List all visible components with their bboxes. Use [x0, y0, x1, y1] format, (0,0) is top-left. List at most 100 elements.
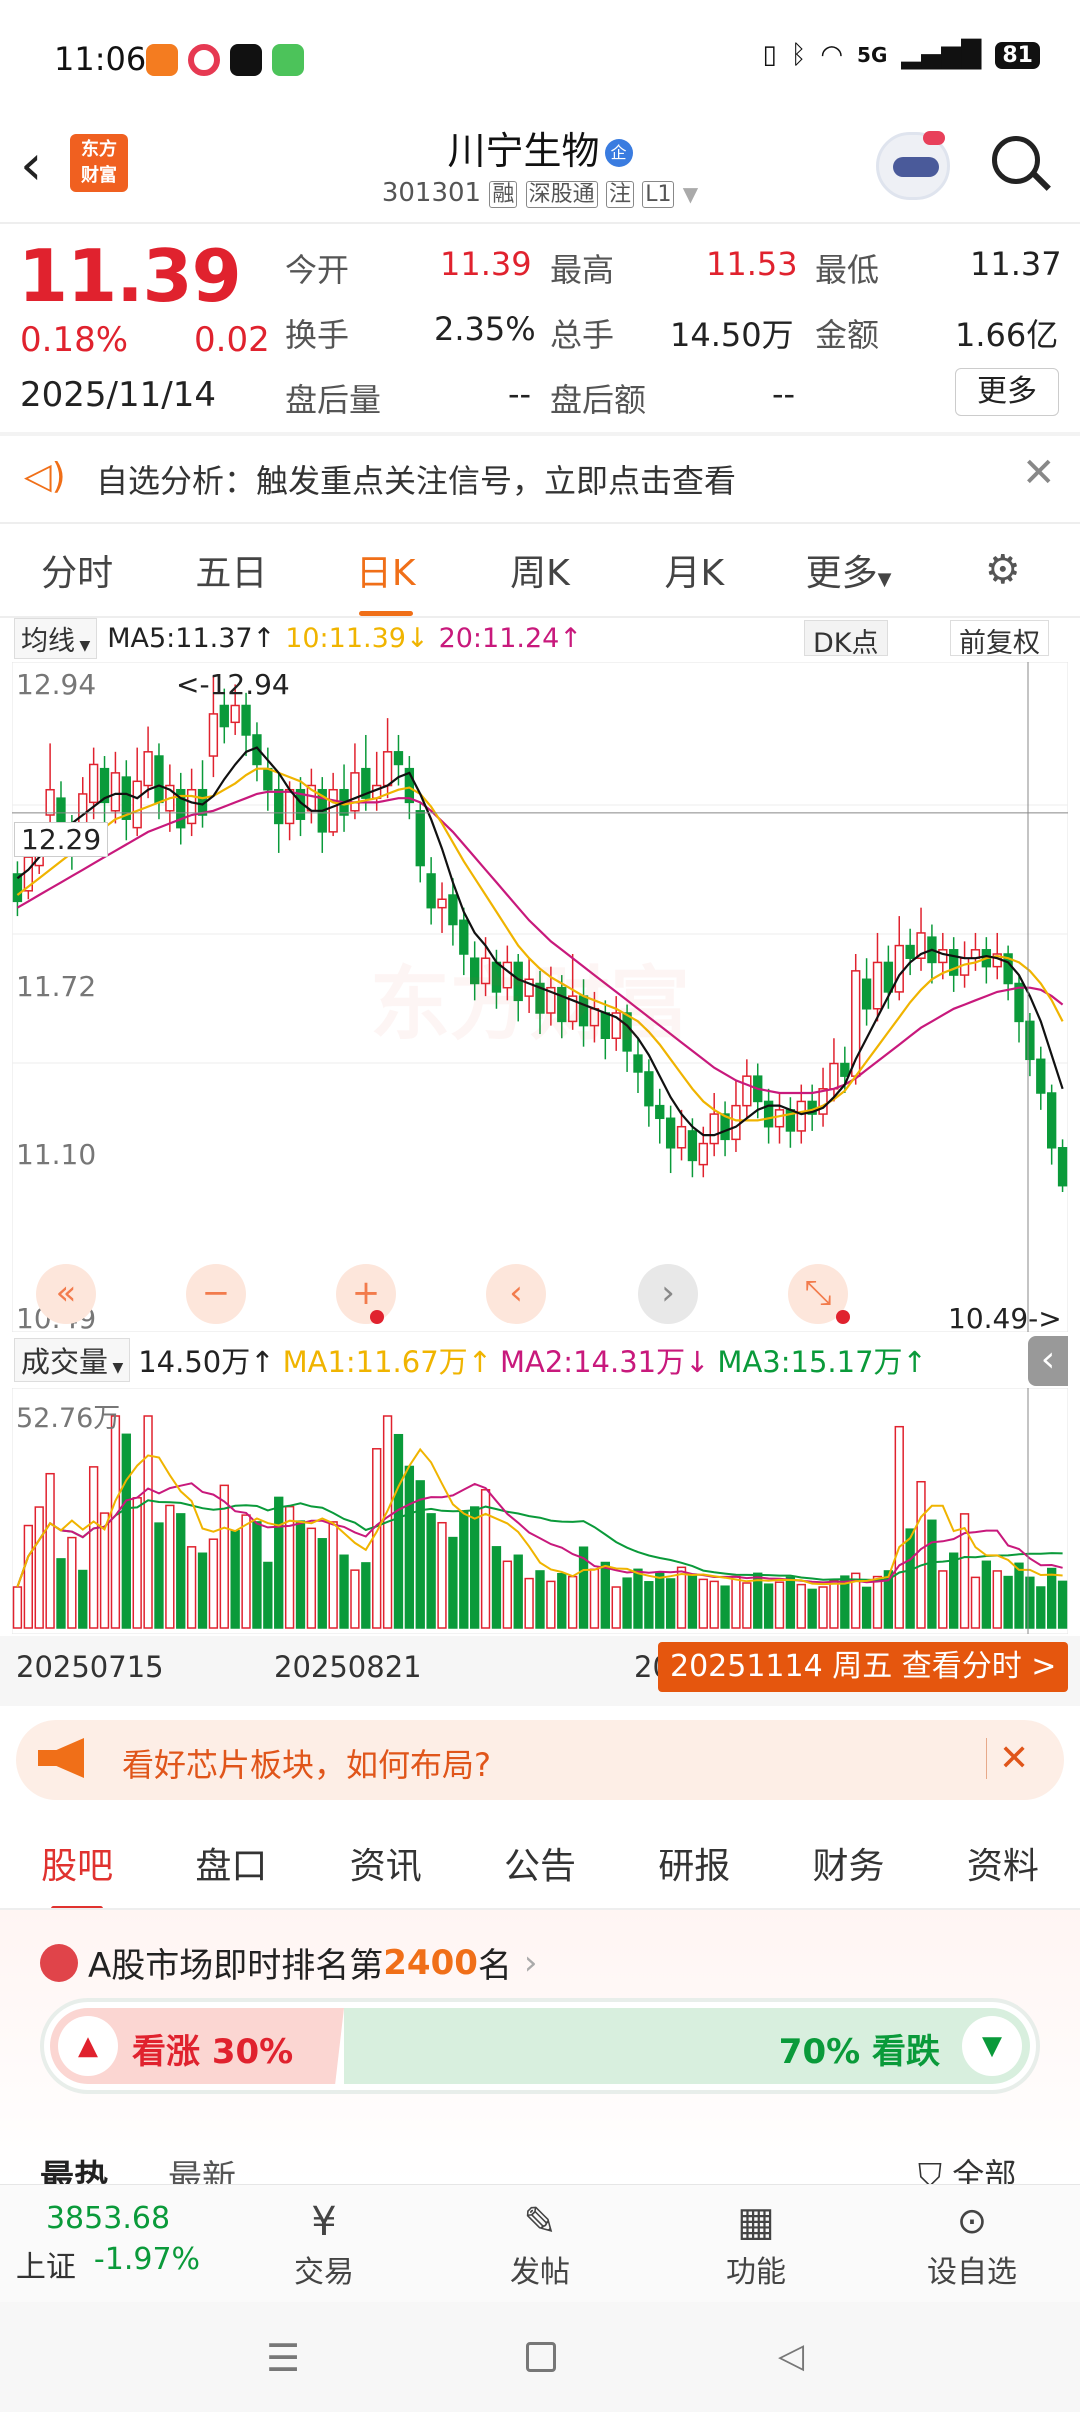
status-time: 11:06 [54, 40, 147, 78]
volume-label: 总手 [550, 316, 615, 354]
menu-icon[interactable]: ☰ [266, 2336, 300, 2380]
ad-banner[interactable]: 看好芯片板块，如何布局? ✕ [16, 1720, 1064, 1800]
bearish-icon[interactable]: ▼ [962, 2016, 1022, 2076]
vol-ma3-value: MA3:15.17万 [717, 1345, 903, 1379]
back-nav-icon[interactable]: ◁ [778, 2336, 804, 2376]
nav-post[interactable]: ✎ 发帖 [432, 2185, 648, 2302]
speaker-icon: ◁) [24, 456, 66, 497]
market-rank[interactable]: A股市场即时排名第 2400 名 › [40, 1938, 538, 1987]
volume-bar [698, 1578, 708, 1629]
tab-monthly-k[interactable]: 月K [617, 544, 771, 596]
volume-bar [230, 1530, 240, 1629]
volume-bar [622, 1577, 632, 1629]
y-label-2: 11.72 [16, 970, 97, 1003]
close-icon[interactable]: ✕ [1022, 450, 1056, 496]
volume-bar [67, 1536, 77, 1629]
ma-type-selector[interactable]: 均线 ▼ [14, 617, 98, 659]
volume-bar [611, 1586, 621, 1629]
more-button[interactable]: 更多 [955, 368, 1059, 416]
volume-bar [1014, 1562, 1024, 1629]
tab-intraday[interactable]: 分时 [0, 544, 154, 596]
volume-selector[interactable]: 成交量 ▼ [14, 1338, 131, 1382]
zoom-in-icon[interactable]: + [336, 1264, 396, 1324]
tab-announcements[interactable]: 公告 [463, 1837, 617, 1889]
dk-point-button[interactable]: DK点 [804, 620, 888, 659]
candle-body [938, 949, 948, 964]
volume-bar [546, 1580, 556, 1629]
volume-bar [742, 1582, 752, 1629]
battery-icon: 81 [995, 41, 1040, 69]
vol-ma3: MA3:15.17万↑ [717, 1345, 927, 1379]
tab-pankou[interactable]: 盘口 [154, 1837, 308, 1889]
adjust-button[interactable]: 前复权 [950, 620, 1049, 659]
volume-bar [524, 1577, 534, 1629]
caret-down-icon: ▼ [877, 569, 892, 590]
volume-bar [339, 1554, 349, 1629]
tag-l1: L1 [642, 181, 675, 208]
index-ticker[interactable]: 3853.68 上证 -1.97% [0, 2185, 216, 2302]
volume-bar [633, 1568, 643, 1629]
scroll-left-fast-icon[interactable]: « [36, 1264, 96, 1324]
ad-text: 看好芯片板块，如何布局? [122, 1746, 491, 1784]
bullish-icon[interactable]: ▲ [58, 2016, 118, 2076]
system-nav-bar: ☰ ◁ [0, 2302, 1080, 2412]
current-price: 11.39 [18, 234, 242, 318]
rank-suffix: 名 [477, 1946, 512, 1986]
volume-bar [992, 1570, 1002, 1629]
network-type: 5G [857, 43, 888, 67]
volume-chart[interactable] [12, 1388, 1068, 1634]
nav-trade[interactable]: ¥ 交易 [216, 2185, 432, 2302]
tab-weekly-k[interactable]: 周K [463, 544, 617, 596]
tab-daily-k[interactable]: 日K [309, 544, 463, 616]
volume-bar [252, 1521, 262, 1629]
volume-bar [676, 1566, 687, 1629]
nav-functions[interactable]: ▦ 功能 [648, 2185, 864, 2302]
tab-more[interactable]: 更多▼ [771, 544, 925, 596]
tab-news[interactable]: 资讯 [309, 1837, 463, 1889]
volume-bar [600, 1561, 610, 1629]
ma5-legend: MA5:11.37↑ [107, 622, 276, 654]
volume-bar [981, 1560, 992, 1629]
ma5-value: MA5:11.37 [107, 622, 253, 654]
view-intraday-tooltip[interactable]: 20251114 周五 查看分时 > [658, 1642, 1069, 1692]
tab-five-day[interactable]: 五日 [154, 544, 308, 596]
tab-research[interactable]: 研报 [617, 1837, 771, 1889]
settings-icon[interactable]: ⚙ [926, 547, 1080, 593]
volume-bar [589, 1568, 600, 1629]
volume-bar [132, 1497, 142, 1629]
index-change: -1.97% [93, 2242, 201, 2277]
tab-finance[interactable]: 财务 [771, 1837, 925, 1889]
scroll-left-icon[interactable]: ‹ [486, 1264, 546, 1324]
volume-bar [720, 1585, 730, 1629]
after-amount-label: 盘后额 [550, 381, 647, 419]
ad-close-icon[interactable]: ✕ [986, 1738, 1029, 1779]
tab-profile[interactable]: 资料 [926, 1837, 1080, 1889]
volume-bar [23, 1524, 33, 1629]
open-value: 11.39 [440, 245, 532, 283]
candle-body [328, 788, 338, 833]
candle-body [1036, 1058, 1046, 1094]
notice-bar[interactable]: ◁) 自选分析：触发重点关注信号，立即点击查看 ✕ [0, 436, 1080, 522]
caret-icon: ▼ [108, 1360, 124, 1376]
zoom-out-icon[interactable]: − [186, 1264, 246, 1324]
robot-assistant-icon[interactable] [876, 131, 950, 200]
ma10-value: 10:11.39 [285, 622, 406, 654]
candle-body [665, 1117, 676, 1149]
volume-bar [1003, 1575, 1013, 1629]
collapse-icon[interactable]: ‹ [1028, 1336, 1068, 1386]
dropdown-icon[interactable]: ▼ [683, 182, 698, 206]
watermark: 东方财富 [370, 958, 690, 1051]
date-label-1: 20250715 [16, 1650, 164, 1684]
volume-bar [143, 1415, 153, 1629]
index-name: 上证 [15, 2250, 76, 2285]
nav-add-watchlist[interactable]: ⊙ 设自选 [864, 2185, 1080, 2302]
home-icon[interactable] [526, 2342, 556, 2372]
vibrate-icon: ▯ [762, 40, 777, 70]
more-dots-icon: ⊙ [956, 2200, 988, 2242]
tag-zhu: 注 [605, 181, 634, 208]
tab-guba[interactable]: 股吧 [0, 1837, 154, 1911]
ma10-legend: 10:11.39↓ [285, 622, 429, 654]
volume-bar [513, 1554, 523, 1629]
high-value: 11.53 [706, 245, 798, 283]
play-icon[interactable]: › [638, 1264, 698, 1324]
